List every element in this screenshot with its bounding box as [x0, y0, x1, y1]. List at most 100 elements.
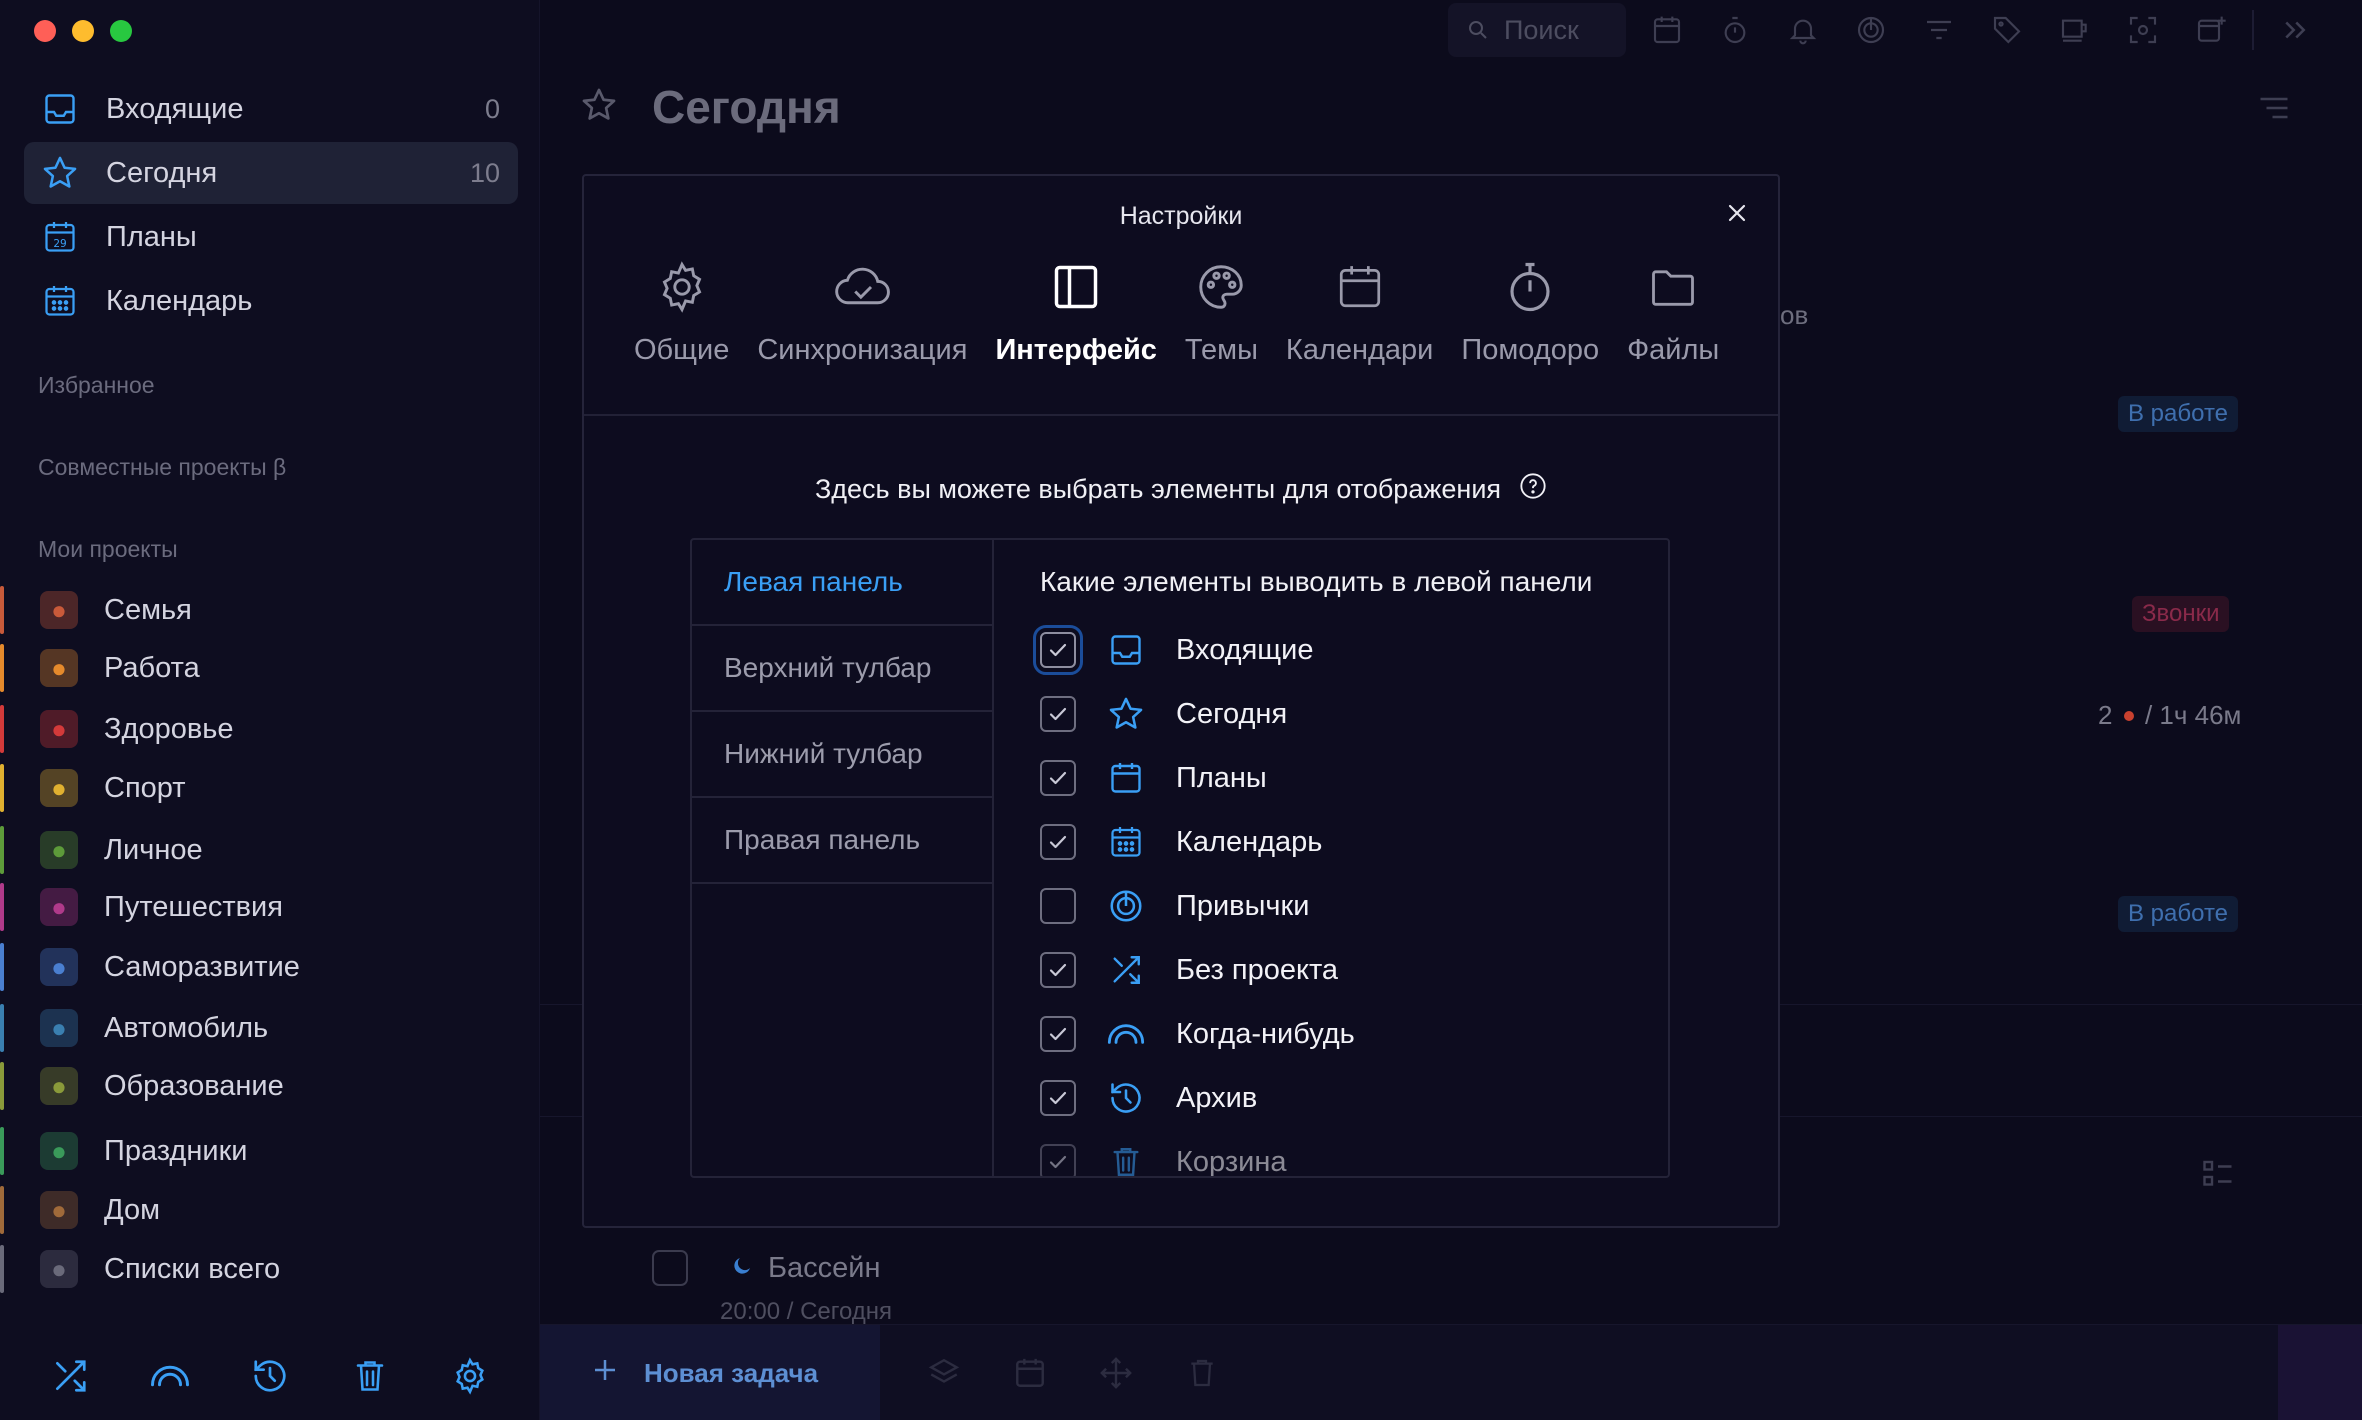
search-input[interactable]: Поиск [1448, 3, 1626, 57]
rainbow-icon[interactable] [148, 1354, 192, 1398]
focus-icon[interactable] [2116, 3, 2170, 57]
minimize-window-button[interactable] [72, 20, 94, 42]
calendar-icon[interactable] [1640, 3, 1694, 57]
status-badge[interactable]: В работе [2118, 396, 2239, 432]
settings-item-row[interactable]: Архив [1040, 1066, 1668, 1130]
settings-item-row[interactable]: Без проекта [1040, 938, 1668, 1002]
star-icon[interactable] [580, 86, 618, 129]
checkbox-unchecked[interactable] [1040, 888, 1076, 924]
task-fragment: ов [1780, 300, 1809, 330]
tab-files[interactable]: Файлы [1613, 256, 1733, 367]
pomodoro-number: 2 [2098, 700, 2113, 730]
section-bottom-toolbar[interactable]: Нижний тулбар [692, 712, 992, 798]
habits-icon [1106, 886, 1146, 926]
project-label: Автомобиль [104, 1011, 269, 1044]
sidebar-item-inbox[interactable]: Входящие 0 [24, 78, 518, 140]
tab-label: Календари [1285, 334, 1434, 366]
tab-general[interactable]: Общие [620, 256, 743, 367]
sidebar-project-item[interactable]: ● Саморазвитие [0, 937, 540, 997]
sidebar-project-item[interactable]: ● Путешествия [0, 877, 540, 937]
settings-item-row[interactable]: Сегодня [1040, 682, 1668, 746]
favorites-header[interactable]: Избранное [38, 372, 155, 399]
gear-icon[interactable] [448, 1354, 492, 1398]
checklist-icon[interactable] [2200, 1156, 2236, 1197]
checkbox-checked[interactable] [1033, 625, 1083, 675]
settings-item-row[interactable]: Календарь [1040, 810, 1668, 874]
section-left-panel[interactable]: Левая панель [692, 540, 992, 626]
maximize-window-button[interactable] [110, 20, 132, 42]
sidebar-project-item[interactable]: ● Дом [0, 1180, 540, 1240]
checkbox-checked[interactable] [1040, 952, 1076, 988]
checkbox-checked[interactable] [1040, 1016, 1076, 1052]
trash-icon[interactable] [348, 1354, 392, 1398]
project-color-bar [0, 1062, 4, 1110]
checkbox-checked[interactable] [1040, 1080, 1076, 1116]
shuffle-icon[interactable] [48, 1354, 92, 1398]
bell-icon[interactable] [1776, 3, 1830, 57]
close-window-button[interactable] [34, 20, 56, 42]
calendar-icon[interactable] [1006, 1349, 1054, 1397]
status-badge[interactable]: В работе [2118, 896, 2239, 932]
project-color-bar [0, 883, 4, 931]
task-checkbox[interactable] [652, 1250, 688, 1286]
cup-icon[interactable] [2048, 3, 2102, 57]
tab-interface[interactable]: Интерфейс [981, 256, 1170, 367]
my-projects-header[interactable]: Мои проекты [38, 536, 178, 563]
tab-pomodoro[interactable]: Помодоро [1447, 256, 1613, 367]
sidebar-project-item[interactable]: ● Семья [0, 580, 540, 640]
shared-projects-header[interactable]: Совместные проекты β [38, 454, 286, 481]
add-window-icon[interactable] [2184, 3, 2238, 57]
sidebar-project-item[interactable]: ● Работа [0, 638, 540, 698]
chevron-double-right-icon[interactable] [2268, 3, 2322, 57]
section-top-toolbar[interactable]: Верхний тулбар [692, 626, 992, 712]
sidebar-item-calendar[interactable]: Календарь [24, 270, 518, 332]
sidebar-project-item[interactable]: ● Спорт [0, 758, 540, 818]
project-color-bar [0, 1127, 4, 1175]
sidebar-item-count: 0 [484, 93, 500, 124]
sidebar-project-item[interactable]: ● Здоровье [0, 699, 540, 759]
trash-icon[interactable] [1178, 1349, 1226, 1397]
settings-item-row[interactable]: Когда-нибудь [1040, 1002, 1668, 1066]
sidebar-project-item[interactable]: ● Списки всего [0, 1239, 540, 1299]
checkbox-checked[interactable] [1040, 1144, 1076, 1176]
subtitle-text: Здесь вы можете выбрать элементы для ото… [814, 474, 1502, 504]
project-emoji-icon: ● [40, 1067, 78, 1105]
help-icon[interactable] [1519, 472, 1547, 507]
tab-calendars[interactable]: Календари [1272, 256, 1447, 367]
checkbox-checked[interactable] [1040, 696, 1076, 732]
sort-icon[interactable] [2256, 90, 2292, 131]
layers-icon[interactable] [920, 1349, 968, 1397]
checkbox-checked[interactable] [1040, 760, 1076, 796]
project-emoji-icon: ● [40, 1191, 78, 1229]
trash-icon [1106, 1142, 1146, 1176]
task-item[interactable]: Бассейн [652, 1250, 881, 1286]
tab-themes[interactable]: Темы [1171, 256, 1272, 367]
filter-icon[interactable] [1912, 3, 1966, 57]
new-task-button[interactable]: Новая задача [540, 1325, 880, 1420]
tab-sync[interactable]: Синхронизация [743, 256, 981, 367]
sidebar-project-item[interactable]: ● Автомобиль [0, 998, 540, 1058]
settings-item-row[interactable]: Привычки [1040, 874, 1668, 938]
habits-icon[interactable] [1844, 3, 1898, 57]
task-meta: 20:00 / Сегодня [720, 1298, 893, 1325]
close-icon[interactable] [1722, 198, 1752, 228]
tag-icon[interactable] [1980, 3, 2034, 57]
move-icon[interactable] [1092, 1349, 1140, 1397]
sidebar-item-plans[interactable]: 29 Планы [24, 206, 518, 268]
sidebar-project-item[interactable]: ● Образование [0, 1056, 540, 1116]
settings-item-row[interactable]: Планы [1040, 746, 1668, 810]
settings-item-row[interactable]: Входящие [1033, 618, 1668, 682]
history-icon[interactable] [248, 1354, 292, 1398]
page-header: Сегодня [580, 80, 841, 134]
settings-item-label: Планы [1176, 761, 1267, 794]
section-right-panel[interactable]: Правая панель [692, 798, 992, 884]
stopwatch-icon[interactable] [1708, 3, 1762, 57]
sidebar-project-item[interactable]: ● Праздники [0, 1121, 540, 1181]
settings-item-row[interactable]: Корзина [1040, 1130, 1668, 1176]
sidebar-item-today[interactable]: Сегодня 10 [24, 142, 518, 204]
tag-badge[interactable]: Звонки [2132, 596, 2230, 632]
project-emoji-icon: ● [40, 710, 78, 748]
checkbox-checked[interactable] [1040, 824, 1076, 860]
project-color-bar [0, 943, 4, 991]
sidebar-project-item[interactable]: ● Личное [0, 820, 540, 880]
